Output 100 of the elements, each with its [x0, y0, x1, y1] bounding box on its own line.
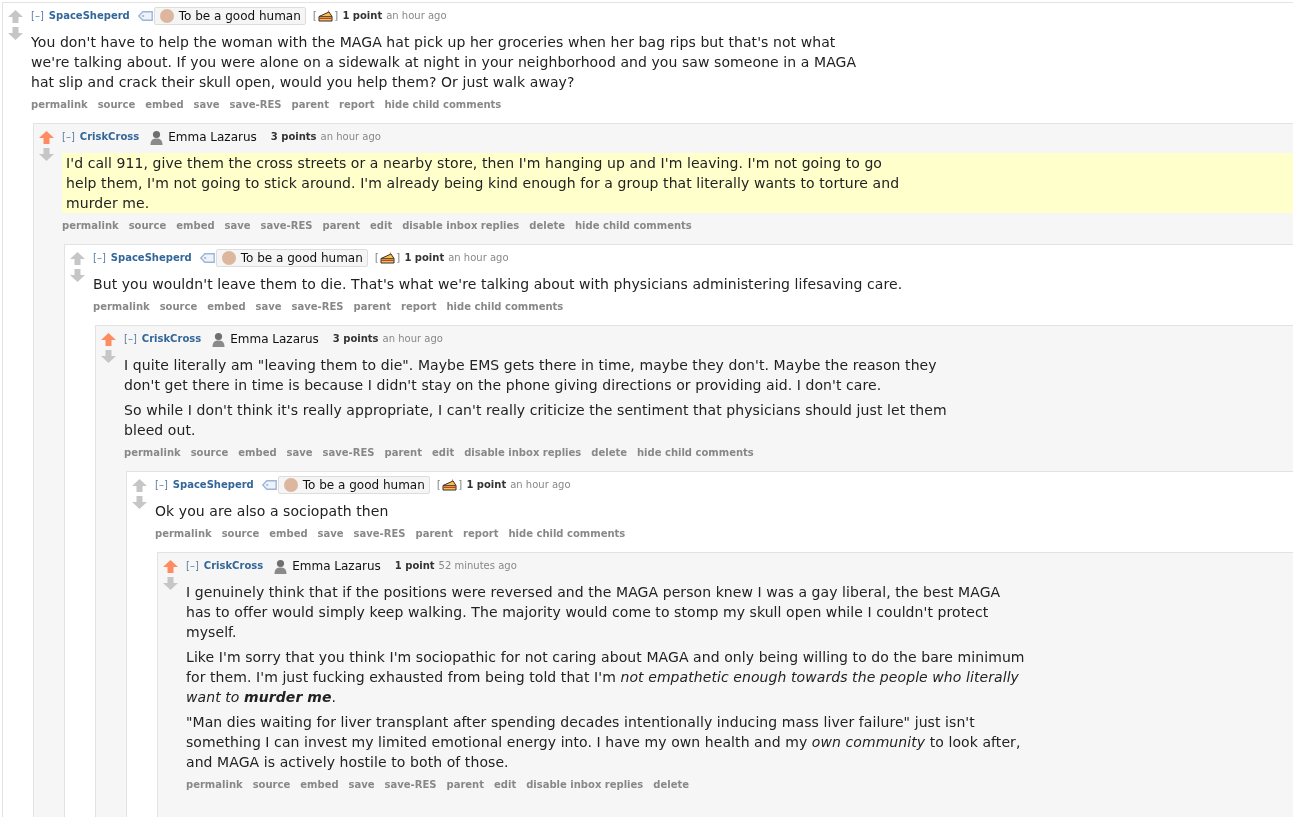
comment-action-link[interactable]: source — [159, 301, 198, 312]
bracket-text: [ — [436, 478, 442, 492]
comment-action-link[interactable]: save — [348, 779, 375, 790]
comment-action-link[interactable]: source — [221, 528, 260, 539]
flair-text: To be a good human — [178, 8, 301, 24]
collapse-toggle[interactable]: [–] — [62, 130, 75, 144]
score-text: 3 points — [332, 332, 379, 346]
author-link[interactable]: CriskCross — [203, 559, 264, 573]
down-arrow-icon[interactable] — [163, 577, 178, 590]
comment-action-link[interactable]: save-RES — [384, 779, 437, 790]
comment-action-link[interactable]: save — [317, 528, 344, 539]
comment-action-link[interactable]: source — [128, 220, 167, 231]
comment-action-link[interactable]: report — [339, 99, 375, 110]
comment-action-link[interactable]: disable inbox replies — [402, 220, 520, 231]
up-arrow-icon[interactable] — [101, 333, 116, 346]
comment-action-link[interactable]: parent — [291, 99, 329, 110]
comment-action-link[interactable]: source — [252, 779, 291, 790]
comment-text: You don't have to help the woman with the MAGA hat pick up her groceries when her bag rips but that's not what we're talking about. If you were alone on a sidewalk at night in your neighborhood and you saw someone in a MAGA hat slip and crack their skull open, would you help them? Or just walk away? — [31, 33, 858, 92]
comment-action-link[interactable]: permalink — [155, 528, 212, 539]
tag-icon[interactable] — [261, 480, 277, 490]
comment-action-link[interactable]: hide child comments — [384, 99, 502, 110]
down-arrow-icon[interactable] — [8, 27, 23, 40]
score-text: 3 points — [270, 130, 317, 144]
cake-icon — [318, 10, 334, 22]
comment-action-link[interactable]: save — [286, 447, 313, 458]
author-link[interactable]: SpaceSheperd — [48, 9, 130, 23]
collapse-toggle[interactable]: [–] — [93, 251, 106, 265]
up-arrow-icon[interactable] — [8, 10, 23, 23]
comment-action-link[interactable]: parent — [384, 447, 422, 458]
up-arrow-icon[interactable] — [70, 252, 85, 265]
comment-action-link[interactable]: parent — [353, 301, 391, 312]
collapse-toggle[interactable]: [–] — [31, 9, 44, 23]
comment-action-link[interactable]: permalink — [124, 447, 181, 458]
comment-action-link[interactable]: report — [463, 528, 499, 539]
avatar-icon — [283, 478, 298, 492]
comment-action-link[interactable]: hide child comments — [508, 528, 626, 539]
flair-text: To be a good human — [302, 477, 425, 493]
down-arrow-icon[interactable] — [101, 350, 116, 363]
comment-action-link[interactable]: parent — [322, 220, 360, 231]
author-link[interactable]: CriskCross — [141, 332, 202, 346]
comment-action-link[interactable]: hide child comments — [637, 447, 754, 458]
comment-action-link[interactable]: delete — [591, 447, 627, 458]
comment-action-link[interactable]: disable inbox replies — [464, 447, 582, 458]
tag-icon[interactable] — [137, 11, 153, 21]
comment-action-link[interactable]: hide child comments — [446, 301, 564, 312]
collapse-toggle[interactable]: [–] — [155, 478, 168, 492]
comment-action-link[interactable]: save-RES — [353, 528, 406, 539]
down-arrow-icon[interactable] — [39, 148, 54, 161]
comment-action-link[interactable]: embed — [238, 447, 277, 458]
comment-action-link[interactable]: edit — [494, 779, 517, 790]
collapse-toggle[interactable]: [–] — [186, 559, 199, 573]
score-text: 1 point — [404, 251, 445, 265]
comment-action-link[interactable]: save-RES — [291, 301, 344, 312]
comment-text: I genuinely think that if the positions were reversed and the MAGA person knew I was a gay liberal, the best MAGA has to offer would simply keep walking. The majority would come to stomp my skull open while I couldn't protect myself. — [186, 583, 1002, 642]
comment-action-link[interactable]: embed — [269, 528, 308, 539]
comment-action-link[interactable]: permalink — [186, 779, 243, 790]
comment-action-link[interactable]: embed — [300, 779, 339, 790]
comment-action-link[interactable]: delete — [529, 220, 565, 231]
down-arrow-icon[interactable] — [132, 496, 147, 509]
comment-text: I'd call 911, give them the cross streets or a nearby store, then I'm hanging up and I'm leaving. I'm not going to go help them, I'm not going to stick around. I'm already being kind enough for a group that literally wants to torture and murder me. — [66, 154, 901, 213]
comment-action-link[interactable]: embed — [145, 99, 184, 110]
comment-action-link[interactable]: permalink — [62, 220, 119, 231]
comment-action-link[interactable]: save — [224, 220, 251, 231]
comment-action-link[interactable]: report — [401, 301, 437, 312]
comment-text: I quite literally am "leaving them to die". Maybe EMS gets there in time, maybe they don't. Maybe the reason they don't get there in time is because I didn't stay on the phone giving directions or providing aid. I don't care. — [124, 356, 938, 395]
comment-text: So while I don't think it's really appropriate, I can't really criticize the sentiment that physicians should just let them bleed out. — [124, 401, 948, 440]
down-arrow-icon[interactable] — [70, 269, 85, 282]
comment-action-link[interactable]: save-RES — [322, 447, 375, 458]
comment-action-link[interactable]: disable inbox replies — [526, 779, 644, 790]
up-arrow-icon[interactable] — [163, 560, 178, 573]
comment-action-link[interactable]: embed — [207, 301, 246, 312]
comment-action-link[interactable]: save — [193, 99, 220, 110]
comment-action-link[interactable]: delete — [653, 779, 689, 790]
comment-action-link[interactable]: permalink — [31, 99, 88, 110]
comment-action-link[interactable]: source — [190, 447, 229, 458]
comment-action-link[interactable]: save — [255, 301, 282, 312]
person-silhouette-icon — [150, 129, 164, 145]
up-arrow-icon[interactable] — [132, 479, 147, 492]
comment-action-link[interactable]: save-RES — [260, 220, 313, 231]
comment-action-link[interactable]: source — [97, 99, 136, 110]
comment-action-link[interactable]: edit — [370, 220, 393, 231]
comment-action-link[interactable]: embed — [176, 220, 215, 231]
bracket-text: [ — [312, 9, 318, 23]
comment-action-link[interactable]: permalink — [93, 301, 150, 312]
author-link[interactable]: SpaceSheperd — [110, 251, 192, 265]
collapse-toggle[interactable]: [–] — [124, 332, 137, 346]
comment-action-link[interactable]: parent — [446, 779, 484, 790]
flair-text: Emma Lazarus — [168, 129, 257, 145]
tag-icon[interactable] — [199, 253, 215, 263]
comment-action-link[interactable]: hide child comments — [575, 220, 692, 231]
comment-action-link[interactable]: edit — [432, 447, 455, 458]
comment-action-link[interactable]: parent — [415, 528, 453, 539]
author-link[interactable]: CriskCross — [79, 130, 140, 144]
author-link[interactable]: SpaceSheperd — [172, 478, 254, 492]
timestamp: an hour ago — [510, 478, 571, 492]
score-text: 1 point — [466, 478, 507, 492]
comment-action-link[interactable]: save-RES — [229, 99, 282, 110]
score-text: 1 point — [394, 559, 435, 573]
timestamp: an hour ago — [382, 332, 443, 346]
up-arrow-icon[interactable] — [39, 131, 54, 144]
